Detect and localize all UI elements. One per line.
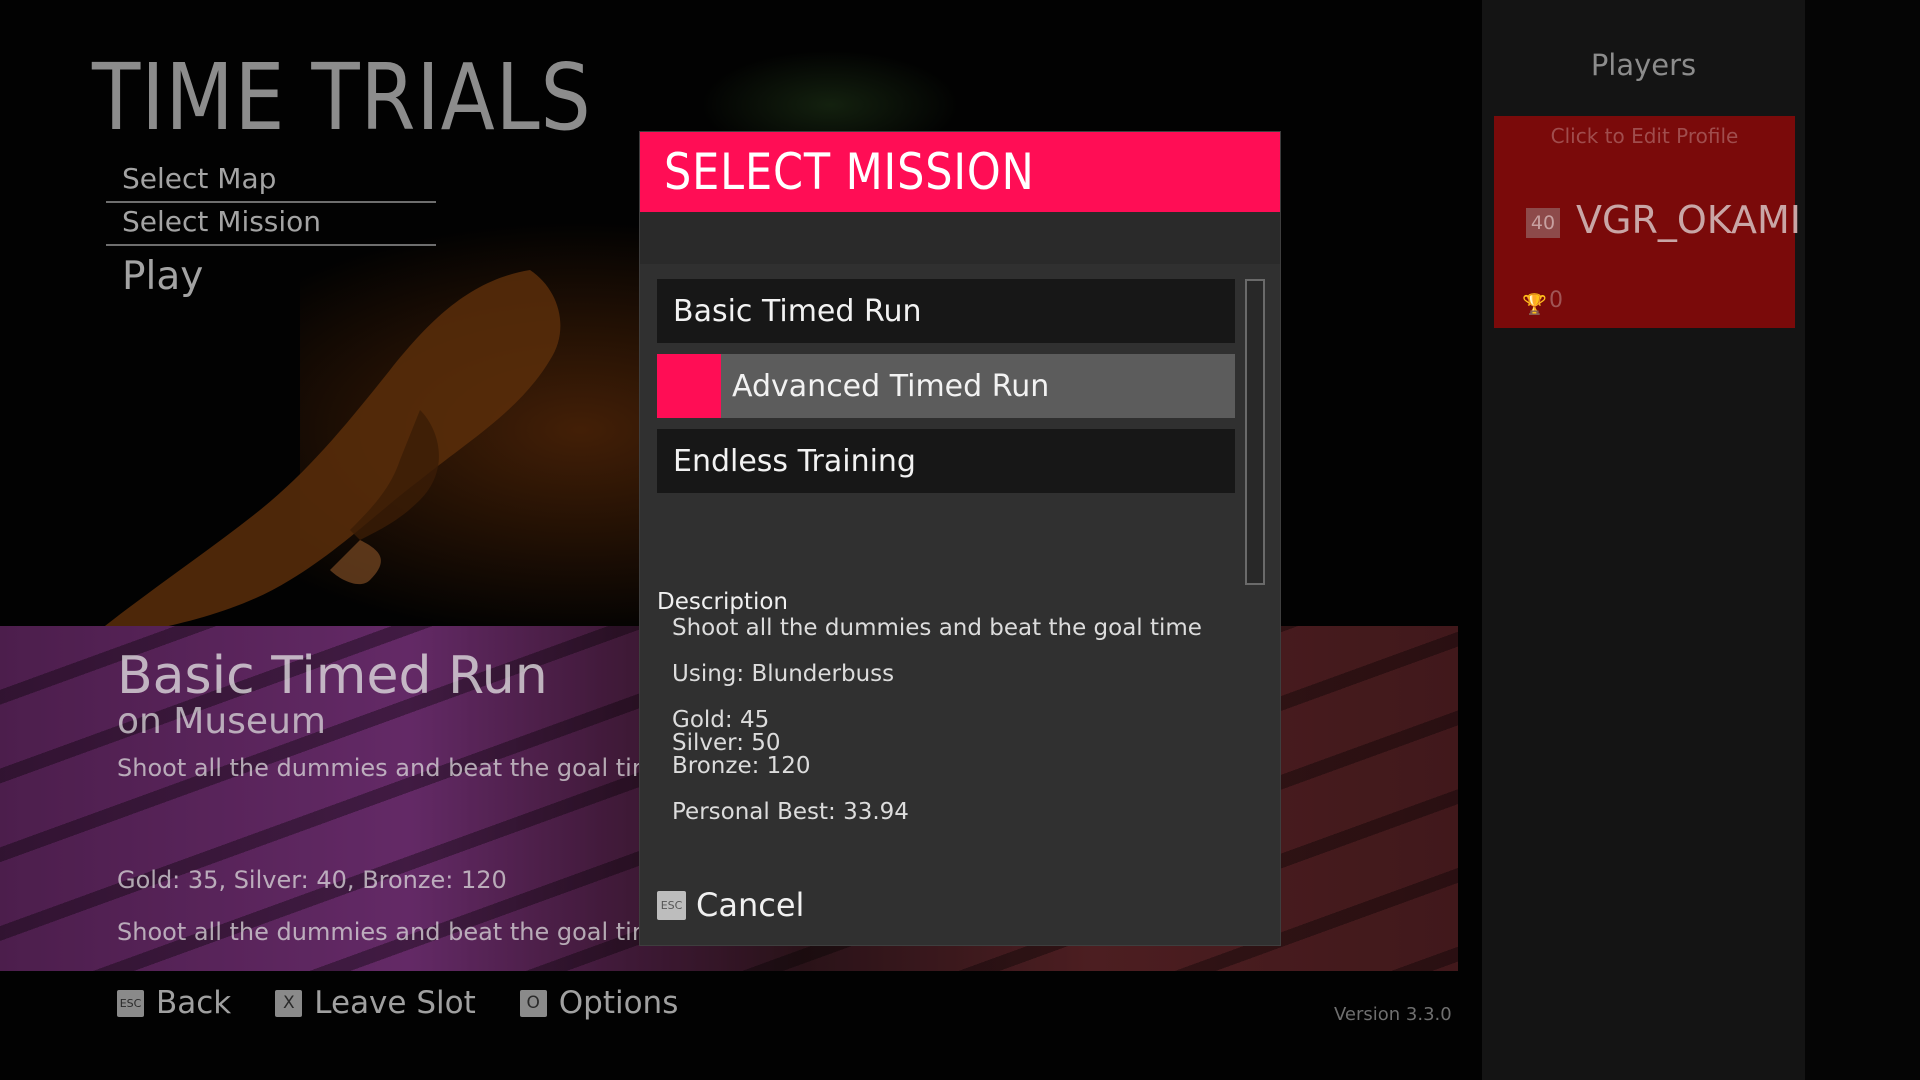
menu-item-select-map[interactable]: Select Map — [106, 160, 436, 203]
page-title: TIME TRIALS — [92, 44, 592, 151]
bronze-time: Bronze: 120 — [672, 753, 811, 779]
mission-label: Endless Training — [673, 443, 916, 479]
esc-key-icon: ESC — [657, 890, 686, 920]
mission-item-advanced-timed-run[interactable]: Advanced Timed Run — [657, 354, 1235, 418]
personal-best: Personal Best: 33.94 — [672, 799, 909, 825]
description-heading: Description — [657, 589, 788, 615]
player-profile-card[interactable]: Click to Edit Profile 40 VGR_OKAMI 🏆 0 — [1494, 116, 1801, 328]
player-name: VGR_OKAMI — [1576, 198, 1801, 242]
dialog-header: SELECT MISSION — [640, 132, 1280, 212]
gold-time: Gold: 45 — [672, 707, 770, 733]
version-label: Version 3.3.0 — [1334, 1004, 1452, 1025]
silver-time: Silver: 50 — [672, 730, 781, 756]
player-trophy-count: 0 — [1549, 288, 1563, 313]
mission-description: Shoot all the dummies and beat the goal … — [672, 615, 1202, 641]
players-title: Players — [1590, 48, 1697, 82]
mannequin-dummy-image — [100, 270, 561, 630]
leave-slot-button[interactable]: X Leave Slot — [275, 985, 476, 1021]
band-map-name: on Museum — [117, 701, 326, 742]
mission-label: Advanced Timed Run — [732, 368, 1050, 404]
dialog-header-strip — [640, 212, 1280, 264]
mission-list: Basic Timed Run Advanced Timed Run Endle… — [657, 279, 1235, 504]
band-description: Shoot all the dummies and beat the goal … — [117, 754, 656, 782]
mission-weapon: Using: Blunderbuss — [672, 661, 895, 687]
dialog-title: SELECT MISSION — [664, 143, 1035, 201]
main-menu: Select Map Select Mission Play — [106, 160, 436, 305]
mission-list-scrollbar[interactable] — [1245, 279, 1265, 585]
x-key-icon: X — [275, 989, 303, 1017]
options-button[interactable]: O Options — [519, 985, 679, 1021]
right-margin — [1805, 0, 1920, 1080]
band-medal-times: Gold: 35, Silver: 40, Bronze: 120 — [117, 866, 507, 894]
player-level-badge: 40 — [1526, 208, 1560, 238]
menu-item-select-mission[interactable]: Select Mission — [106, 203, 436, 246]
band-description-repeat: Shoot all the dummies and beat the goal … — [117, 918, 656, 946]
leave-slot-label: Leave Slot — [314, 985, 476, 1021]
back-button[interactable]: ESC Back — [117, 985, 231, 1021]
menu-item-play[interactable]: Play — [106, 246, 436, 305]
esc-key-icon: ESC — [117, 989, 144, 1017]
options-label: Options — [558, 985, 679, 1021]
o-key-icon: O — [519, 989, 547, 1017]
mission-label: Basic Timed Run — [673, 293, 922, 329]
trophy-icon: 🏆 — [1522, 292, 1547, 316]
back-label: Back — [156, 985, 232, 1021]
control-hints: ESC Back X Leave Slot O Options — [117, 985, 722, 1021]
selection-marker — [657, 354, 721, 418]
mission-item-endless-training[interactable]: Endless Training — [657, 429, 1235, 493]
select-mission-dialog: SELECT MISSION Basic Timed Run Advanced … — [639, 131, 1281, 946]
cancel-label: Cancel — [696, 886, 805, 924]
mission-item-basic-timed-run[interactable]: Basic Timed Run — [657, 279, 1235, 343]
cancel-button[interactable]: ESC Cancel — [657, 886, 804, 924]
players-panel: Players Click to Edit Profile 40 VGR_OKA… — [1482, 0, 1805, 1080]
band-mission-title: Basic Timed Run — [117, 646, 548, 706]
edit-profile-hint: Click to Edit Profile — [1550, 124, 1739, 148]
mission-details: Shoot all the dummies and beat the goal … — [672, 617, 1202, 824]
